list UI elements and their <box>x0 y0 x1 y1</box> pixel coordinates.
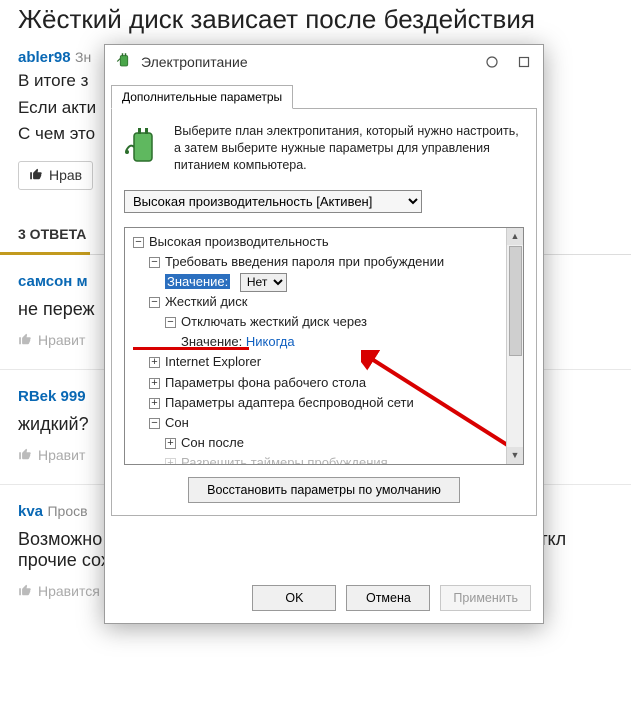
like-label: Нравится <box>38 583 100 599</box>
tree-node-sleep[interactable]: Сон <box>165 415 189 430</box>
tab-advanced-settings[interactable]: Дополнительные параметры <box>111 85 293 109</box>
power-options-dialog: Электропитание Дополнительные параметры … <box>104 44 544 624</box>
tab-strip: Дополнительные параметры <box>105 78 543 108</box>
like-button[interactable]: Нрав <box>18 161 93 190</box>
thumb-up-icon <box>29 167 43 184</box>
dialog-title: Электропитание <box>141 54 469 70</box>
expand-icon[interactable]: + <box>165 458 176 463</box>
tab-panel: Выберите план электропитания, который ну… <box>111 108 537 516</box>
answers-header: 3 ОТВЕТА <box>0 212 90 255</box>
value-label: Значение: <box>165 274 230 289</box>
like-button-ghost[interactable]: Нравит <box>18 330 85 351</box>
tree-scrollbar[interactable]: ▲ ▼ <box>506 228 523 464</box>
collapse-icon[interactable]: − <box>165 317 176 328</box>
dialog-button-row: OK Отмена Применить <box>105 575 543 623</box>
tree-node-ie[interactable]: Internet Explorer <box>165 354 261 369</box>
author-badge: Зн <box>75 49 91 65</box>
dialog-info-text: Выберите план электропитания, который ну… <box>174 123 524 174</box>
tree-node-desktop-bg[interactable]: Параметры фона рабочего стола <box>165 375 366 390</box>
tree-node-wake-timers[interactable]: Разрешить таймеры пробуждения <box>181 455 388 463</box>
thumb-up-icon <box>18 447 32 464</box>
answer-user-badge: Просв <box>47 503 87 519</box>
scroll-down-icon[interactable]: ▼ <box>507 447 523 464</box>
power-plan-select[interactable]: Высокая производительность [Активен] <box>124 190 422 213</box>
scroll-up-icon[interactable]: ▲ <box>507 228 523 245</box>
answer-user-link[interactable]: RBek 999 <box>18 388 86 405</box>
restore-defaults-button[interactable]: Восстановить параметры по умолчанию <box>188 477 460 503</box>
power-icon <box>115 51 133 72</box>
thumb-up-icon <box>18 583 32 600</box>
tree-node-sleep-after[interactable]: Сон после <box>181 435 244 450</box>
password-value-select[interactable]: Нет <box>240 273 287 292</box>
tree-root[interactable]: Высокая производительность <box>149 234 329 249</box>
page-title: Жёсткий диск зависает после бездействия <box>0 0 631 43</box>
collapse-icon[interactable]: − <box>149 257 160 268</box>
expand-icon[interactable]: + <box>149 378 160 389</box>
like-label: Нравит <box>38 447 85 463</box>
author-link[interactable]: abler98 <box>18 49 71 66</box>
expand-icon[interactable]: + <box>149 357 160 368</box>
dialog-titlebar[interactable]: Электропитание <box>105 45 543 78</box>
answer-user-link[interactable]: kva <box>18 503 43 520</box>
tree-node-hdd[interactable]: Жесткий диск <box>165 294 247 309</box>
like-label: Нравит <box>38 332 85 348</box>
hdd-off-value[interactable]: Никогда <box>246 334 295 349</box>
collapse-icon[interactable]: − <box>133 237 144 248</box>
settings-tree[interactable]: −Высокая производительность −Требовать в… <box>125 228 506 464</box>
scroll-thumb[interactable] <box>509 246 522 356</box>
annotation-underline <box>133 347 249 350</box>
like-button-ghost[interactable]: Нравит <box>18 445 85 466</box>
minimize-icon[interactable] <box>483 53 501 71</box>
apply-button[interactable]: Применить <box>440 585 531 611</box>
collapse-icon[interactable]: − <box>149 297 160 308</box>
tree-node-password[interactable]: Требовать введения пароля при пробуждени… <box>165 254 444 269</box>
tree-node-wifi[interactable]: Параметры адаптера беспроводной сети <box>165 395 414 410</box>
thumb-up-icon <box>18 332 32 349</box>
ok-button[interactable]: OK <box>252 585 336 611</box>
expand-icon[interactable]: + <box>165 438 176 449</box>
cancel-button[interactable]: Отмена <box>346 585 430 611</box>
collapse-icon[interactable]: − <box>149 418 160 429</box>
battery-plan-icon <box>124 123 164 174</box>
tree-node-hdd-off[interactable]: Отключать жесткий диск через <box>181 314 367 329</box>
like-label: Нрав <box>49 167 82 183</box>
maximize-icon[interactable] <box>515 53 533 71</box>
expand-icon[interactable]: + <box>149 398 160 409</box>
answer-user-link[interactable]: самсон м <box>18 273 88 290</box>
